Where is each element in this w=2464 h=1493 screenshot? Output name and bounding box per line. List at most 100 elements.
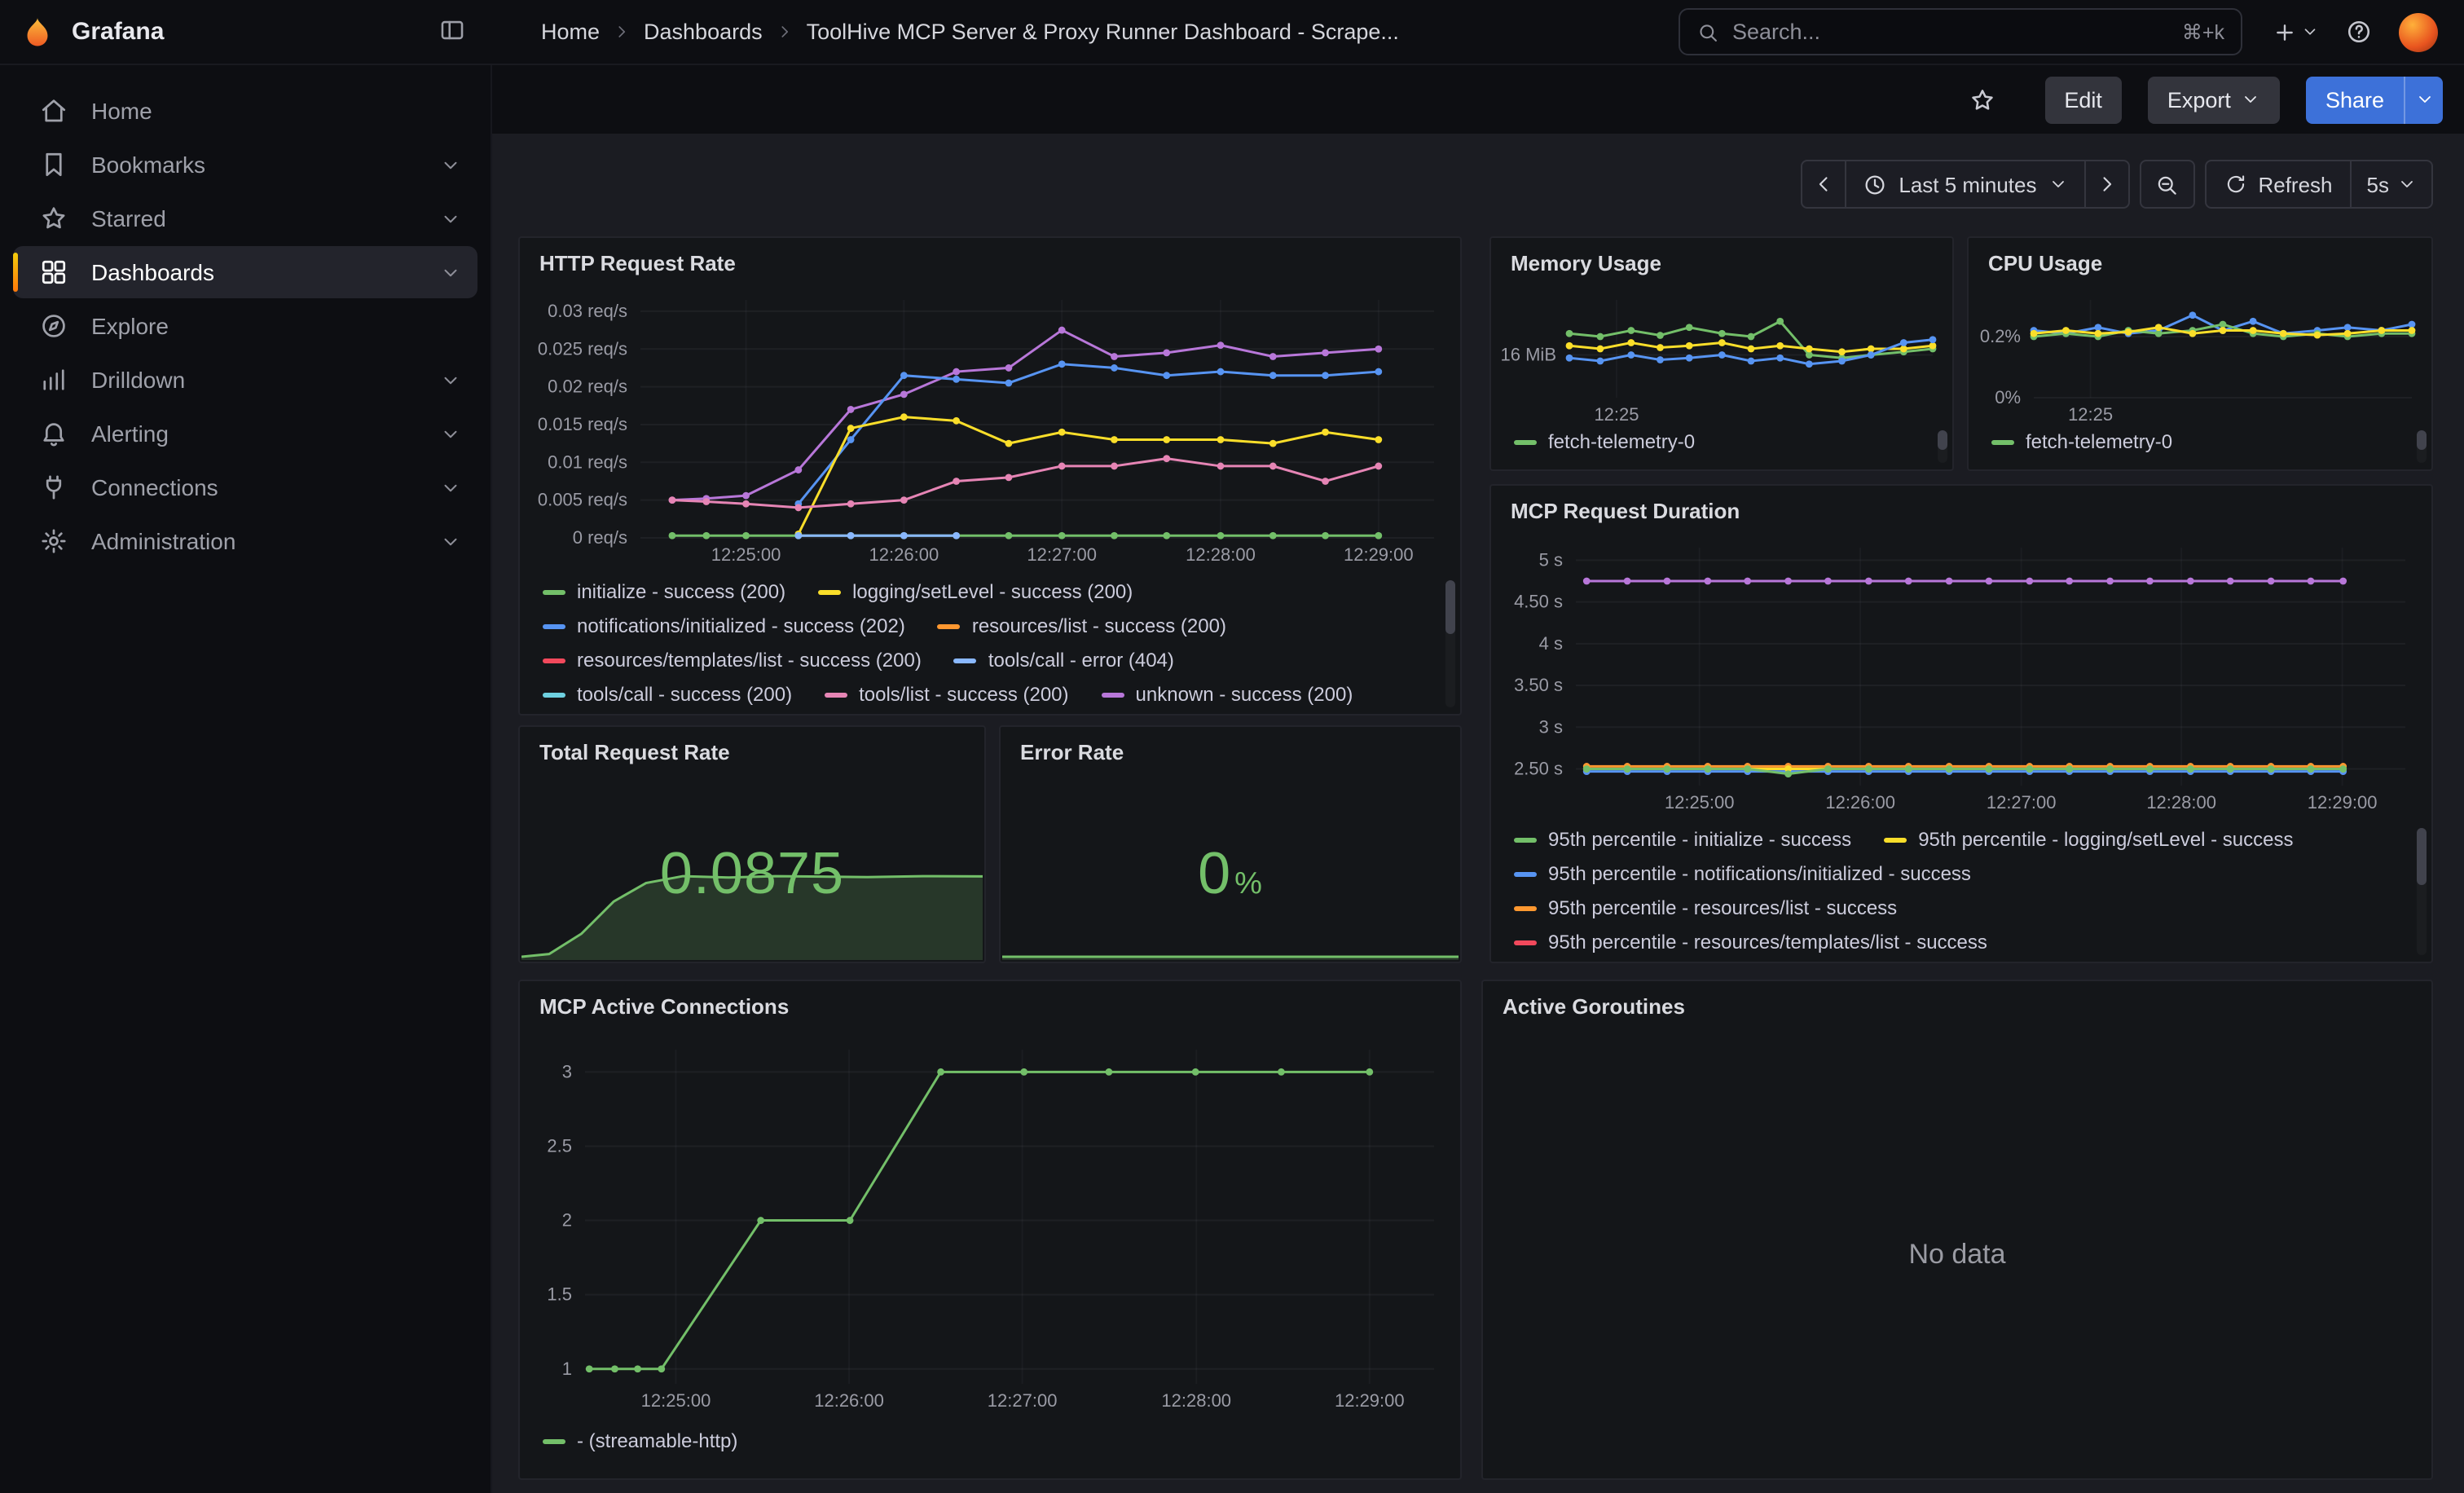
compass-icon bbox=[39, 311, 68, 341]
panel-title[interactable]: CPU Usage bbox=[1969, 238, 2431, 287]
mcp-active-connections-chart[interactable]: 11.522.5312:25:0012:26:0012:27:0012:28:0… bbox=[520, 1030, 1460, 1426]
legend-item[interactable]: resources/templates/list - success (200) bbox=[543, 649, 922, 672]
cpu-usage-chart[interactable]: 0.2%0%12:25 bbox=[1969, 287, 2431, 427]
legend-item[interactable]: 95th percentile - notifications/initiali… bbox=[1514, 862, 1971, 885]
svg-text:12:28:00: 12:28:00 bbox=[1161, 1390, 1231, 1411]
favorite-button[interactable] bbox=[1968, 86, 1995, 113]
share-button[interactable]: Share bbox=[2306, 76, 2404, 123]
dashboard-canvas: Last 5 minutes Refresh 5s bbox=[492, 134, 2464, 1493]
grafana-logo[interactable] bbox=[20, 14, 55, 50]
export-label: Export bbox=[2167, 87, 2231, 112]
chevron-down-icon[interactable] bbox=[440, 477, 461, 498]
edit-button[interactable]: Edit bbox=[2044, 76, 2122, 123]
memory-usage-chart[interactable]: 16 MiB12:25 bbox=[1491, 287, 1952, 427]
panel-title[interactable]: MCP Request Duration bbox=[1491, 486, 2431, 535]
http-request-rate-chart[interactable]: 0 req/s0.005 req/s0.01 req/s0.015 req/s0… bbox=[520, 287, 1460, 577]
user-avatar[interactable] bbox=[2399, 12, 2438, 51]
sidebar-item-label: Home bbox=[91, 98, 461, 124]
svg-text:0.03 req/s: 0.03 req/s bbox=[548, 301, 627, 321]
sidebar-item-administration[interactable]: Administration bbox=[13, 515, 477, 567]
panel-title[interactable]: Total Request Rate bbox=[520, 727, 984, 776]
panel-title[interactable]: Active Goroutines bbox=[1483, 981, 2431, 1030]
chevron-down-icon[interactable] bbox=[440, 208, 461, 229]
svg-text:0.025 req/s: 0.025 req/s bbox=[538, 338, 627, 359]
refresh-interval-picker[interactable]: 5s bbox=[2352, 160, 2433, 209]
legend-item[interactable]: tools/list - success (200) bbox=[825, 683, 1068, 706]
legend-scrollbar[interactable] bbox=[1938, 430, 1947, 463]
mcp-request-duration-chart[interactable]: 5 s4.50 s4 s3.50 s3 s2.50 s12:25:0012:26… bbox=[1491, 535, 2431, 825]
legend-item[interactable]: 95th percentile - initialize - success bbox=[1514, 828, 1851, 851]
search-shortcut: ⌘+k bbox=[2182, 20, 2224, 44]
sidebar-item-connections[interactable]: Connections bbox=[13, 461, 477, 513]
legend: 95th percentile - initialize - success 95… bbox=[1514, 828, 2409, 962]
legend-item[interactable]: fetch-telemetry-0 bbox=[1514, 430, 1695, 453]
legend-item[interactable]: unknown - success (200) bbox=[1102, 683, 1353, 706]
breadcrumb-item[interactable]: Home bbox=[541, 20, 600, 44]
sidebar-item-bookmarks[interactable]: Bookmarks bbox=[13, 139, 477, 191]
svg-text:12:26:00: 12:26:00 bbox=[814, 1390, 884, 1411]
panel-total-request-rate: Total Request Rate 0.0875 bbox=[518, 725, 986, 963]
search-input[interactable]: Search... ⌘+k bbox=[1679, 8, 2242, 55]
panel-title[interactable]: Error Rate bbox=[1001, 727, 1460, 776]
help-button[interactable] bbox=[2345, 18, 2373, 46]
svg-text:3: 3 bbox=[562, 1061, 572, 1081]
new-button[interactable] bbox=[2272, 19, 2319, 45]
svg-text:3 s: 3 s bbox=[1539, 716, 1563, 737]
legend-item[interactable]: tools/call - error (404) bbox=[954, 649, 1174, 672]
zoom-out-button[interactable] bbox=[2139, 160, 2194, 209]
svg-text:12:28:00: 12:28:00 bbox=[2146, 792, 2216, 813]
panel-title[interactable]: MCP Active Connections bbox=[520, 981, 1460, 1030]
topbar-left: Grafana bbox=[0, 14, 492, 50]
time-controls: Last 5 minutes Refresh 5s bbox=[1801, 160, 2433, 209]
chevron-down-icon bbox=[2241, 90, 2260, 109]
panel-title[interactable]: Memory Usage bbox=[1491, 238, 1952, 287]
svg-text:2: 2 bbox=[562, 1210, 572, 1231]
legend-item[interactable]: - (streamable-http) bbox=[543, 1429, 737, 1452]
search-icon bbox=[1696, 20, 1719, 43]
star-icon bbox=[1968, 86, 1995, 113]
sidebar-item-alerting[interactable]: Alerting bbox=[13, 407, 477, 460]
time-forward-button[interactable] bbox=[2083, 160, 2129, 209]
sidebar-item-starred[interactable]: Starred bbox=[13, 192, 477, 244]
legend-item[interactable]: fetch-telemetry-0 bbox=[1991, 430, 2172, 453]
sidebar-item-label: Drilldown bbox=[91, 367, 417, 393]
legend-item[interactable]: logging/setLevel - success (200) bbox=[818, 580, 1133, 603]
sidebar-item-drilldown[interactable]: Drilldown bbox=[13, 354, 477, 406]
svg-text:12:27:00: 12:27:00 bbox=[988, 1390, 1058, 1411]
sidebar-item-home[interactable]: Home bbox=[13, 85, 477, 137]
chevron-down-icon[interactable] bbox=[440, 423, 461, 444]
chevron-down-icon[interactable] bbox=[440, 154, 461, 175]
legend-item[interactable]: 95th percentile - resources/templates/li… bbox=[1514, 931, 1987, 953]
svg-text:12:27:00: 12:27:00 bbox=[1987, 792, 2057, 813]
time-range-picker[interactable]: Last 5 minutes bbox=[1846, 160, 2083, 209]
chevron-down-icon[interactable] bbox=[440, 369, 461, 390]
svg-text:5 s: 5 s bbox=[1539, 549, 1563, 570]
export-button[interactable]: Export bbox=[2148, 76, 2280, 123]
legend-item[interactable]: notifications/initialized - success (202… bbox=[543, 614, 905, 637]
sidebar-item-dashboards[interactable]: Dashboards bbox=[13, 246, 477, 298]
legend-item[interactable]: initialize - success (200) bbox=[543, 580, 785, 603]
svg-text:0%: 0% bbox=[1995, 387, 2021, 407]
share-dropdown-button[interactable] bbox=[2404, 76, 2443, 123]
legend-scrollbar[interactable] bbox=[2417, 828, 2427, 955]
drilldown-icon bbox=[39, 365, 68, 394]
chevron-left-icon bbox=[1812, 173, 1835, 196]
legend-item[interactable]: 95th percentile - logging/setLevel - suc… bbox=[1884, 828, 2293, 851]
legend-item[interactable]: 95th percentile - resources/list - succe… bbox=[1514, 896, 1897, 919]
panel-mcp-active-connections: MCP Active Connections 11.522.5312:25:00… bbox=[518, 980, 1462, 1480]
legend-scrollbar[interactable] bbox=[1445, 580, 1455, 707]
panel-active-goroutines: Active Goroutines No data bbox=[1481, 980, 2433, 1480]
sidebar-toggle-button[interactable] bbox=[438, 15, 466, 48]
refresh-button[interactable]: Refresh bbox=[2204, 160, 2352, 209]
time-back-button[interactable] bbox=[1801, 160, 1846, 209]
legend-scrollbar[interactable] bbox=[2417, 430, 2427, 463]
legend-item[interactable]: tools/call - success (200) bbox=[543, 683, 792, 706]
panel-title[interactable]: HTTP Request Rate bbox=[520, 238, 1460, 287]
breadcrumb-item[interactable]: Dashboards bbox=[644, 20, 763, 44]
panel-memory-usage: Memory Usage 16 MiB12:25 fetch-telemetry… bbox=[1489, 236, 1954, 471]
legend-item[interactable]: resources/list - success (200) bbox=[938, 614, 1226, 637]
sidebar-item-label: Explore bbox=[91, 313, 461, 339]
chevron-down-icon[interactable] bbox=[440, 531, 461, 552]
chevron-down-icon[interactable] bbox=[440, 262, 461, 283]
sidebar-item-explore[interactable]: Explore bbox=[13, 300, 477, 352]
